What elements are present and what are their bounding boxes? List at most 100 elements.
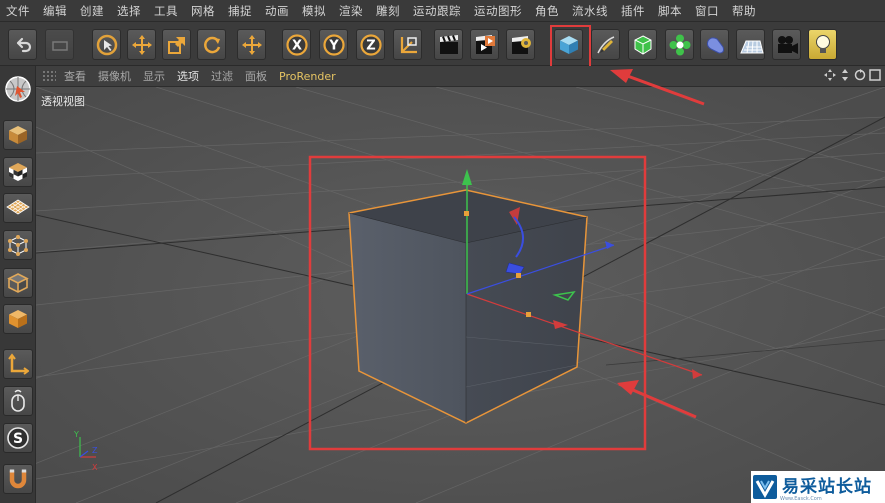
clapboard-play-icon bbox=[475, 34, 495, 54]
redo-button[interactable] bbox=[45, 29, 74, 60]
light-button[interactable] bbox=[808, 29, 837, 60]
render-settings-button[interactable] bbox=[506, 29, 535, 60]
pen-icon bbox=[596, 35, 614, 53]
rotate-icon bbox=[203, 36, 220, 53]
scale-tool-button[interactable] bbox=[162, 29, 191, 60]
menu-mesh[interactable]: 网格 bbox=[191, 3, 215, 19]
magnet-icon bbox=[9, 469, 27, 489]
pan-icon[interactable] bbox=[824, 69, 836, 81]
model-button[interactable] bbox=[3, 120, 33, 150]
y-axis-button[interactable]: Y bbox=[319, 29, 348, 60]
cursor-icon bbox=[96, 34, 117, 55]
menu-sculpt[interactable]: 雕刻 bbox=[376, 3, 400, 19]
menu-simulate[interactable]: 模拟 bbox=[302, 3, 326, 19]
grip-handle[interactable] bbox=[42, 70, 56, 82]
menu-animate[interactable]: 动画 bbox=[265, 3, 289, 19]
menu-character[interactable]: 角色 bbox=[535, 3, 559, 19]
points-cube-icon bbox=[8, 235, 28, 256]
menu-motion-tracking[interactable]: 运动跟踪 bbox=[413, 3, 461, 19]
rotate-tool-button[interactable] bbox=[197, 29, 226, 60]
floor-button[interactable] bbox=[736, 29, 765, 60]
menu-tools[interactable]: 工具 bbox=[154, 3, 178, 19]
menu-create[interactable]: 创建 bbox=[80, 3, 104, 19]
menu-window[interactable]: 窗口 bbox=[695, 3, 719, 19]
vp-menu-options[interactable]: 选项 bbox=[177, 68, 199, 84]
cinema4d-window: 文件 编辑 创建 选择 工具 网格 捕捉 动画 模拟 渲染 雕刻 运动跟踪 运动… bbox=[0, 0, 885, 503]
clapboard-gear-icon bbox=[511, 35, 531, 54]
watermark: 易采站长站 Www.Easck.Com bbox=[751, 471, 885, 503]
move-tool-button[interactable] bbox=[127, 29, 156, 60]
vp-menu-panel[interactable]: 面板 bbox=[245, 68, 267, 84]
menu-script[interactable]: 脚本 bbox=[658, 3, 682, 19]
x-axis-button[interactable]: X bbox=[282, 29, 311, 60]
watermark-url: Www.Easck.Com bbox=[780, 496, 822, 502]
z-axis-icon: Z bbox=[359, 33, 382, 56]
svg-text:X: X bbox=[291, 38, 301, 53]
cube-icon bbox=[9, 126, 27, 144]
vp-menu-filter[interactable]: 过滤 bbox=[211, 68, 233, 84]
globe-icon bbox=[5, 76, 31, 102]
undo-button[interactable] bbox=[8, 29, 37, 60]
viewport-menu-bar: 查看 摄像机 显示 选项 过滤 面板 ProRender bbox=[36, 66, 885, 87]
coordinate-icon bbox=[400, 36, 417, 53]
menu-pipeline[interactable]: 流水线 bbox=[572, 3, 608, 19]
menu-plugins[interactable]: 插件 bbox=[621, 3, 645, 19]
axis-mode-button[interactable] bbox=[3, 349, 33, 379]
render-view-button[interactable] bbox=[434, 29, 463, 60]
menu-help[interactable]: 帮助 bbox=[732, 3, 756, 19]
zoom-icon[interactable] bbox=[839, 69, 851, 81]
menu-file[interactable]: 文件 bbox=[6, 3, 30, 19]
deformer-icon bbox=[706, 36, 724, 54]
tweak-mode-button[interactable] bbox=[3, 386, 33, 416]
menu-mograph[interactable]: 运动图形 bbox=[474, 3, 522, 19]
polygons-mode-button[interactable] bbox=[3, 304, 33, 334]
viewport-nav-controls bbox=[824, 69, 881, 81]
flower-icon bbox=[669, 34, 690, 55]
menu-edit[interactable]: 编辑 bbox=[43, 3, 67, 19]
snap-s-icon: S bbox=[7, 427, 29, 449]
texture-mode-button[interactable] bbox=[3, 157, 33, 187]
svg-text:Z: Z bbox=[366, 38, 375, 53]
edges-mode-button[interactable] bbox=[3, 268, 33, 298]
x-axis-icon: X bbox=[285, 33, 308, 56]
menu-select[interactable]: 选择 bbox=[117, 3, 141, 19]
maximize-icon[interactable] bbox=[869, 69, 881, 81]
z-axis-button[interactable]: Z bbox=[356, 29, 385, 60]
vp-menu-cameras[interactable]: 摄像机 bbox=[98, 68, 131, 84]
cloner-button[interactable] bbox=[665, 29, 694, 60]
recent-tool-button[interactable] bbox=[237, 29, 266, 60]
scale-icon bbox=[167, 36, 185, 54]
vp-menu-display[interactable]: 显示 bbox=[143, 68, 165, 84]
checker-cube-icon bbox=[9, 163, 27, 181]
y-axis-icon: Y bbox=[322, 33, 345, 56]
clapboard-icon bbox=[439, 34, 458, 54]
orbit-icon[interactable] bbox=[854, 69, 866, 81]
snapping-button[interactable]: S bbox=[3, 423, 33, 453]
pen-spline-button[interactable] bbox=[591, 29, 620, 60]
svg-text:X: X bbox=[92, 463, 98, 472]
menu-bar: 文件 编辑 创建 选择 工具 网格 捕捉 动画 模拟 渲染 雕刻 运动跟踪 运动… bbox=[0, 0, 885, 22]
perspective-viewport[interactable]: Y Z X 透视视图 bbox=[36, 87, 885, 503]
menu-render[interactable]: 渲染 bbox=[339, 3, 363, 19]
magnet-button[interactable] bbox=[3, 464, 33, 494]
annotation-arrow-toolbar bbox=[610, 69, 705, 106]
vp-menu-view[interactable]: 查看 bbox=[64, 68, 86, 84]
workplane-button[interactable] bbox=[3, 193, 33, 223]
lightbulb-icon bbox=[815, 34, 830, 53]
axis-icon bbox=[8, 353, 29, 375]
vp-menu-prorender[interactable]: ProRender bbox=[279, 70, 336, 83]
redo-icon bbox=[51, 40, 68, 51]
viewport-canvas: Y Z X bbox=[36, 87, 885, 503]
coordinate-system-button[interactable] bbox=[393, 29, 422, 60]
subdivision-surface-button[interactable] bbox=[628, 29, 657, 60]
model-mode-button[interactable] bbox=[3, 72, 33, 106]
camera-button[interactable] bbox=[772, 29, 801, 60]
points-mode-button[interactable] bbox=[3, 230, 33, 260]
menu-snap[interactable]: 捕捉 bbox=[228, 3, 252, 19]
edges-cube-icon bbox=[7, 273, 29, 293]
bend-deformer-button[interactable] bbox=[700, 29, 729, 60]
live-select-button[interactable] bbox=[92, 29, 121, 60]
svg-text:Y: Y bbox=[328, 38, 339, 53]
move-arrows-icon bbox=[131, 34, 152, 55]
render-picture-viewer-button[interactable] bbox=[470, 29, 499, 60]
